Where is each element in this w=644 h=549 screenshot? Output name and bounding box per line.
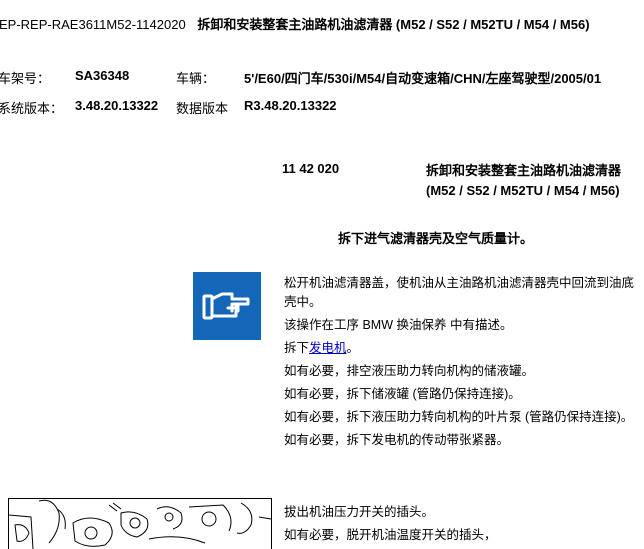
data-version-label: 数据版本 [176, 101, 229, 116]
chassis-label: 车架号： [0, 71, 51, 86]
step-subheading: 拆下进气滤清器壳及空气质量计。 [338, 231, 534, 246]
step-text: 拆下发电机。 [284, 339, 642, 358]
section-title: 拆卸和安装整套主油路机油滤清器 (M52 / S52 / M52TU / M54… [426, 163, 622, 198]
engine-drawing [9, 499, 271, 549]
step-text: 松开机油滤清器盖，使机油从主油路机油滤清器壳中回流到油底壳中。 [284, 276, 635, 309]
document-title: 拆卸和安装整套主油路机油滤清器 (M52 / S52 / M52TU / M54… [197, 17, 590, 32]
procedure-steps-upper: 松开机油滤清器盖，使机油从主油路机油滤清器壳中回流到油底壳中。 该操作在工序 B… [284, 274, 642, 454]
system-version-value: 3.48.20.13322 [75, 98, 159, 113]
document-title-bar: EP-REP-RAE3611M52-1142020 拆卸和安装整套主油路机油滤清… [0, 14, 590, 33]
vehicle-label: 车辆： [176, 71, 216, 86]
vehicle-value: 5'/E60/四门车/530i/M54/自动变速箱/CHN/左座驾驶型/2005… [244, 71, 602, 86]
step-text: 如有必要，拆下液压助力转向机构的叶片泵 (管路仍保持连接)。 [284, 410, 634, 424]
step-text: 如有必要，拆下储液罐 (管路仍保持连接)。 [284, 387, 521, 401]
data-version-value: R3.48.20.13322 [244, 98, 337, 113]
system-version-label: 系统版本： [0, 101, 64, 116]
engine-illustration [8, 498, 272, 549]
alternator-link[interactable]: 发电机 [309, 341, 347, 355]
chassis-value: SA36348 [75, 68, 130, 83]
step-text: 如有必要，脱开机油温度开关的插头， [284, 528, 497, 542]
step-text: 该操作在工序 BMW 换油保养 中有描述。 [284, 318, 513, 332]
hand-glyph [202, 292, 250, 320]
step-text: 如有必要，拆下发电机的传动带张紧器。 [284, 433, 510, 447]
step-text: 如有必要，排空液压助力转向机构的储液罐。 [284, 364, 535, 378]
step-text-suffix: 。 [346, 341, 360, 355]
step-text: 拔出机油压力开关的插头。 [284, 505, 435, 519]
document-code: EP-REP-RAE3611M52-1142020 [0, 17, 186, 32]
section-number: 11 42 020 [282, 161, 340, 176]
step-text-prefix: 拆下 [284, 341, 310, 355]
procedure-steps-lower: 拔出机油压力开关的插头。 如有必要，脱开机油温度开关的插头， [284, 503, 642, 549]
pointing-hand-note-icon [193, 272, 261, 340]
